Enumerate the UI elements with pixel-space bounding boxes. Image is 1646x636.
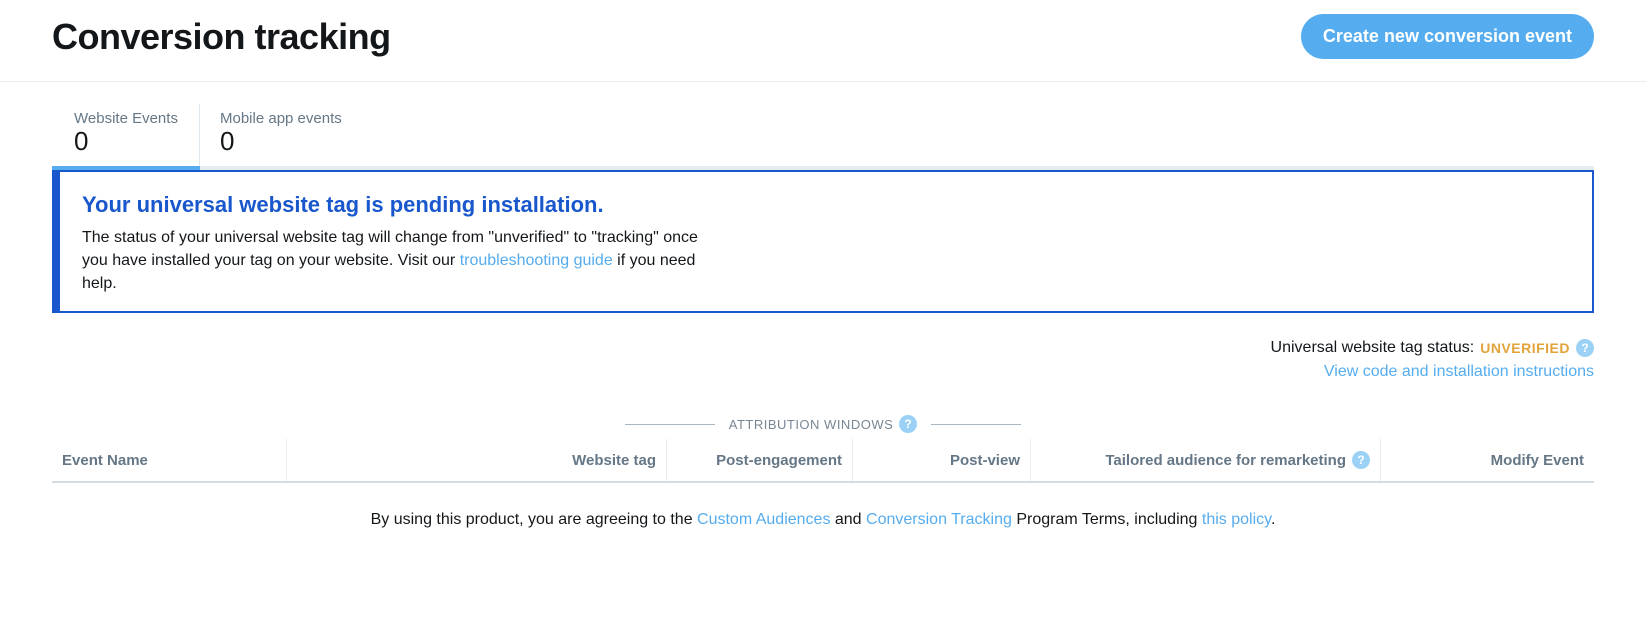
alert-body: The status of your universal website tag…: [82, 226, 722, 296]
divider-line: [625, 424, 715, 425]
tab-label: Website Events: [74, 110, 179, 127]
tab-mobile-app-events[interactable]: Mobile app events 0: [200, 104, 362, 166]
active-tab-indicator: [52, 166, 200, 170]
footer-mid2: Program Terms, including: [1012, 511, 1202, 528]
attribution-windows-label-wrap: ATTRIBUTION WINDOWS ?: [729, 415, 918, 433]
footer-suffix: .: [1271, 511, 1275, 528]
col-website-tag[interactable]: Website tag: [286, 439, 666, 481]
view-code-link[interactable]: View code and installation instructions: [52, 363, 1594, 381]
tag-status-label: Universal website tag status:: [1271, 339, 1475, 357]
create-conversion-event-button[interactable]: Create new conversion event: [1301, 14, 1594, 59]
tab-underline: [52, 166, 1594, 170]
footer-terms: By using this product, you are agreeing …: [52, 511, 1594, 569]
troubleshooting-guide-link[interactable]: troubleshooting guide: [460, 252, 613, 269]
tab-count: 0: [220, 127, 342, 156]
col-tailored-audience[interactable]: Tailored audience for remarketing ?: [1030, 439, 1380, 481]
col-modify-event[interactable]: Modify Event: [1380, 439, 1594, 481]
col-tailored-label: Tailored audience for remarketing: [1105, 452, 1346, 469]
this-policy-link[interactable]: this policy: [1202, 511, 1271, 528]
tag-status-block: Universal website tag status: UNVERIFIED…: [52, 339, 1594, 381]
help-icon[interactable]: ?: [1576, 339, 1594, 357]
page-title: Conversion tracking: [52, 16, 391, 58]
custom-audiences-link[interactable]: Custom Audiences: [697, 511, 830, 528]
attribution-windows-header: ATTRIBUTION WINDOWS ?: [52, 415, 1594, 433]
col-event-name[interactable]: Event Name: [52, 439, 286, 481]
tab-label: Mobile app events: [220, 110, 342, 127]
pending-installation-alert: Your universal website tag is pending in…: [52, 170, 1594, 314]
content-area: Website Events 0 Mobile app events 0 You…: [0, 104, 1646, 569]
tabs-row: Website Events 0 Mobile app events 0: [52, 104, 1594, 166]
header-bar: Conversion tracking Create new conversio…: [0, 0, 1646, 82]
events-table-header: Event Name Website tag Post-engagement P…: [52, 439, 1594, 483]
conversion-tracking-link[interactable]: Conversion Tracking: [866, 511, 1012, 528]
tab-website-events[interactable]: Website Events 0: [52, 104, 200, 166]
footer-mid1: and: [830, 511, 866, 528]
divider-line: [931, 424, 1021, 425]
tab-count: 0: [74, 127, 179, 156]
footer-prefix: By using this product, you are agreeing …: [371, 511, 697, 528]
tag-status-line: Universal website tag status: UNVERIFIED…: [52, 339, 1594, 357]
alert-title: Your universal website tag is pending in…: [82, 192, 1570, 218]
help-icon[interactable]: ?: [899, 415, 917, 433]
col-post-engagement[interactable]: Post-engagement: [666, 439, 852, 481]
help-icon[interactable]: ?: [1352, 451, 1370, 469]
attribution-windows-label: ATTRIBUTION WINDOWS: [729, 417, 894, 432]
col-post-view[interactable]: Post-view: [852, 439, 1030, 481]
tag-status-value: UNVERIFIED: [1480, 340, 1570, 356]
